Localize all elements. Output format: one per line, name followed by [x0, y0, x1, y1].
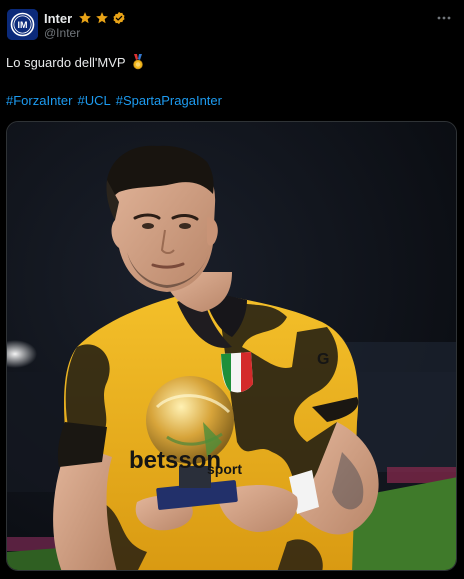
shirt-side-text: G [317, 351, 329, 368]
medal-icon [132, 54, 143, 70]
hashtag-link[interactable]: #UCL [77, 93, 110, 108]
star-icon [96, 12, 109, 24]
verified-badge-icon[interactable] [112, 11, 126, 25]
player-photo: betsson sport G [7, 122, 456, 570]
more-options-button[interactable] [432, 8, 456, 28]
shirt-sponsor-sub-text: sport [207, 461, 242, 477]
hashtags: #ForzaInter #UCL #SpartaPragaInter [6, 93, 222, 108]
tweet: IM Inter @Inter Lo sguardo dell'MVP #For… [0, 0, 464, 579]
tweet-text-content: Lo sguardo dell'MVP [6, 54, 126, 70]
avatar-logo-text: IM [18, 20, 28, 30]
name-row: Inter [44, 9, 126, 27]
inter-logo-icon: IM [7, 9, 38, 40]
avatar[interactable]: IM [7, 9, 38, 40]
tweet-photo[interactable]: betsson sport G [6, 121, 457, 571]
tweet-text: Lo sguardo dell'MVP [6, 54, 144, 70]
handle[interactable]: @Inter [44, 26, 80, 40]
display-name[interactable]: Inter [44, 11, 72, 26]
more-dots-icon [437, 16, 451, 20]
hashtag-link[interactable]: #ForzaInter [6, 93, 72, 108]
hashtag-link[interactable]: #SpartaPragaInter [116, 93, 222, 108]
star-icon [79, 12, 92, 24]
